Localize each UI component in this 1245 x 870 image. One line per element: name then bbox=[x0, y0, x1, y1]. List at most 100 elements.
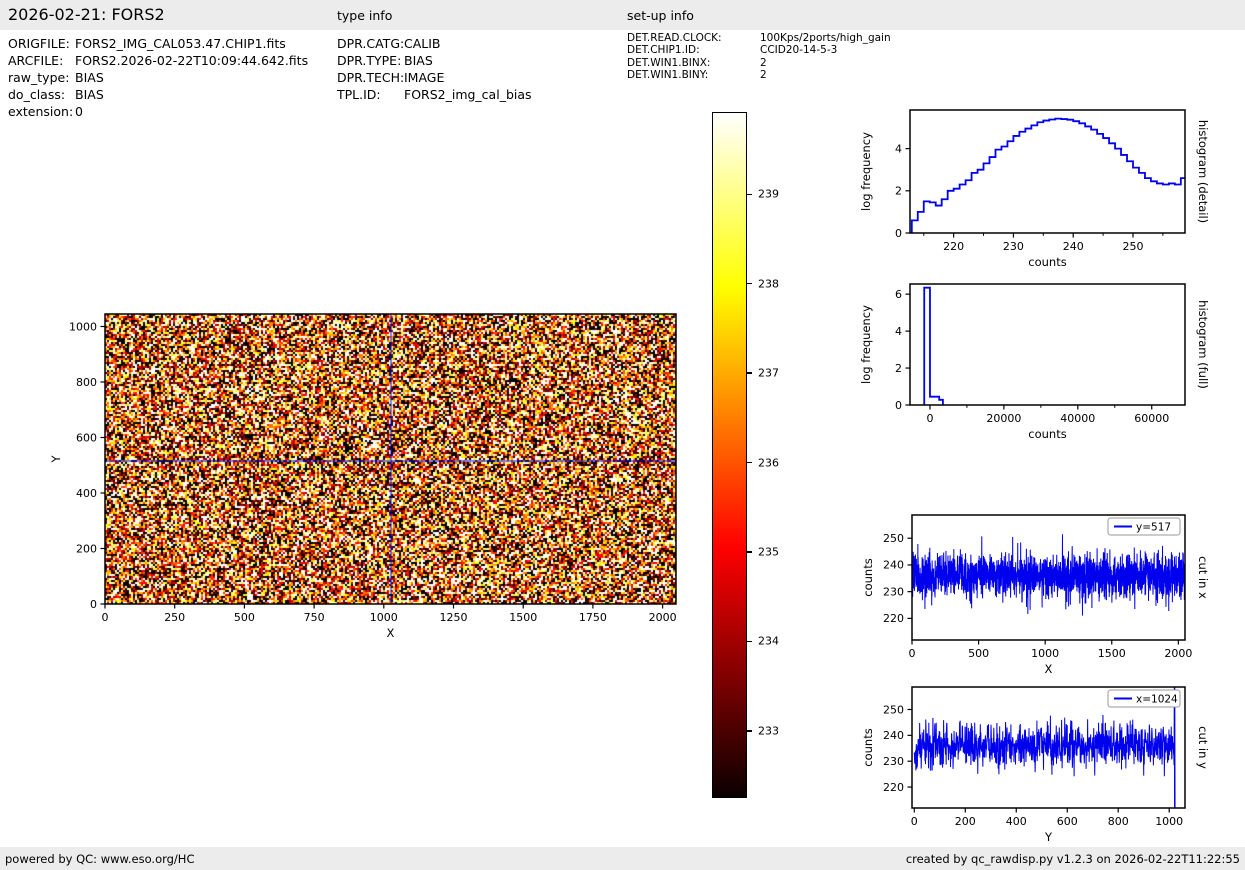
svg-text:220: 220 bbox=[883, 781, 904, 794]
svg-text:histogram (detail): histogram (detail) bbox=[1196, 120, 1210, 223]
colorbar-tick bbox=[746, 730, 752, 732]
field-label: DPR.TYPE: bbox=[337, 52, 404, 69]
svg-text:600: 600 bbox=[1057, 815, 1078, 828]
svg-text:4: 4 bbox=[895, 325, 902, 338]
svg-text:2: 2 bbox=[895, 362, 902, 375]
svg-text:230: 230 bbox=[1003, 240, 1024, 253]
type-info-row: DPR.CATG:CALIB bbox=[337, 35, 532, 52]
svg-text:240: 240 bbox=[1063, 240, 1084, 253]
svg-text:y=517: y=517 bbox=[1136, 521, 1171, 533]
file-info-row: extension:0 bbox=[8, 103, 308, 120]
svg-text:2000: 2000 bbox=[649, 611, 677, 624]
svg-text:800: 800 bbox=[76, 376, 97, 389]
svg-text:Y: Y bbox=[1044, 830, 1053, 844]
bias-image-axes: 0250500750100012501500175020000200400600… bbox=[45, 304, 745, 669]
svg-text:400: 400 bbox=[1006, 815, 1027, 828]
colorbar-tick-label: 234 bbox=[758, 635, 779, 648]
svg-text:750: 750 bbox=[304, 611, 325, 624]
svg-text:X: X bbox=[387, 626, 395, 640]
field-value: FORS2.2026-02-22T10:09:44.642.fits bbox=[75, 53, 308, 68]
setup-info-row: DET.READ.CLOCK:100Kps/2ports/high_gain bbox=[627, 32, 891, 44]
svg-text:0: 0 bbox=[926, 412, 933, 425]
svg-text:log frequency: log frequency bbox=[859, 132, 873, 211]
svg-text:0: 0 bbox=[895, 227, 902, 240]
svg-text:0: 0 bbox=[102, 611, 109, 624]
field-value: FORS2_img_cal_bias bbox=[404, 87, 532, 102]
footer-created-by: created by qc_rawdisp.py v1.2.3 on 2026-… bbox=[906, 852, 1240, 866]
svg-text:1000: 1000 bbox=[1031, 647, 1059, 660]
field-label: TPL.ID: bbox=[337, 86, 404, 103]
svg-text:40000: 40000 bbox=[1060, 412, 1095, 425]
field-value: CALIB bbox=[404, 36, 441, 51]
file-info-row: raw_type:BIAS bbox=[8, 69, 308, 86]
colorbar-tick-label: 238 bbox=[758, 277, 779, 290]
colorbar-tick-label: 235 bbox=[758, 546, 779, 559]
type-info-row: TPL.ID:FORS2_img_cal_bias bbox=[337, 86, 532, 103]
svg-text:230: 230 bbox=[883, 755, 904, 768]
field-value: 0 bbox=[75, 104, 83, 119]
svg-text:250: 250 bbox=[883, 532, 904, 545]
footer-powered-by: powered by QC: www.eso.org/HC bbox=[5, 852, 194, 866]
svg-text:800: 800 bbox=[1108, 815, 1129, 828]
svg-text:counts: counts bbox=[861, 728, 875, 766]
colorbar-tick bbox=[746, 372, 752, 374]
field-value: 2 bbox=[760, 57, 767, 69]
setup-info-row: DET.WIN1.BINY:2 bbox=[627, 69, 891, 81]
field-label: DPR.TECH: bbox=[337, 69, 404, 86]
svg-text:0: 0 bbox=[895, 399, 902, 412]
svg-text:250: 250 bbox=[883, 703, 904, 716]
header-bar: 2026-02-21: FORS2 type info set-up info bbox=[0, 0, 1245, 30]
svg-text:500: 500 bbox=[968, 647, 989, 660]
colorbar-tick bbox=[746, 283, 752, 285]
svg-text:2000: 2000 bbox=[1164, 647, 1192, 660]
field-value: 100Kps/2ports/high_gain bbox=[760, 32, 891, 44]
svg-text:4: 4 bbox=[895, 142, 902, 155]
setup-info-heading: set-up info bbox=[627, 8, 694, 23]
file-info-row: do_class:BIAS bbox=[8, 86, 308, 103]
svg-text:200: 200 bbox=[76, 542, 97, 555]
svg-text:Y: Y bbox=[49, 455, 63, 464]
type-info-block: DPR.CATG:CALIBDPR.TYPE:BIASDPR.TECH:IMAG… bbox=[337, 35, 532, 103]
colorbar-tick-label: 239 bbox=[758, 188, 779, 201]
cut-in-x-plot: 0500100015002000220230240250Xcountscut i… bbox=[852, 500, 1245, 695]
svg-text:histogram (full): histogram (full) bbox=[1196, 300, 1210, 389]
colorbar-ticks: 233234235236237238239 bbox=[712, 112, 802, 798]
svg-text:60000: 60000 bbox=[1134, 412, 1169, 425]
setup-info-row: DET.WIN1.BINX:2 bbox=[627, 57, 891, 69]
field-value: BIAS bbox=[75, 87, 104, 102]
svg-text:220: 220 bbox=[943, 240, 964, 253]
field-label: DPR.CATG: bbox=[337, 35, 404, 52]
colorbar-tick bbox=[746, 551, 752, 553]
field-value: IMAGE bbox=[404, 70, 444, 85]
svg-text:1250: 1250 bbox=[440, 611, 468, 624]
file-info-block: ORIGFILE:FORS2_IMG_CAL053.47.CHIP1.fitsA… bbox=[8, 35, 308, 120]
field-value: 2 bbox=[760, 69, 767, 81]
svg-text:log frequency: log frequency bbox=[859, 305, 873, 384]
svg-text:240: 240 bbox=[883, 559, 904, 572]
svg-text:0: 0 bbox=[911, 815, 918, 828]
footer-bar: powered by QC: www.eso.org/HC created by… bbox=[0, 847, 1245, 870]
field-label: DET.WIN1.BINY: bbox=[627, 69, 760, 81]
svg-text:1000: 1000 bbox=[1155, 815, 1183, 828]
field-label: ARCFILE: bbox=[8, 52, 75, 69]
page-title: 2026-02-21: FORS2 bbox=[8, 5, 165, 24]
file-info-row: ORIGFILE:FORS2_IMG_CAL053.47.CHIP1.fits bbox=[8, 35, 308, 52]
field-value: CCID20-14-5-3 bbox=[760, 44, 837, 56]
type-info-row: DPR.TYPE:BIAS bbox=[337, 52, 532, 69]
field-label: DET.WIN1.BINX: bbox=[627, 57, 760, 69]
colorbar-tick-label: 233 bbox=[758, 724, 779, 737]
svg-text:counts: counts bbox=[1028, 427, 1066, 441]
field-value: FORS2_IMG_CAL053.47.CHIP1.fits bbox=[75, 36, 286, 51]
type-info-row: DPR.TECH:IMAGE bbox=[337, 69, 532, 86]
histogram-full-plot: 02000040000600000246countslog frequencyh… bbox=[850, 269, 1245, 464]
field-value: BIAS bbox=[75, 70, 104, 85]
setup-info-row: DET.CHIP1.ID:CCID20-14-5-3 bbox=[627, 44, 891, 56]
svg-text:cut in y: cut in y bbox=[1196, 726, 1210, 769]
histogram-detail-plot: 220230240250024countslog frequencyhistog… bbox=[850, 95, 1245, 290]
svg-text:0: 0 bbox=[90, 598, 97, 611]
svg-text:20000: 20000 bbox=[986, 412, 1021, 425]
field-label: DET.CHIP1.ID: bbox=[627, 44, 760, 56]
svg-text:counts: counts bbox=[861, 558, 875, 596]
svg-text:1000: 1000 bbox=[69, 320, 97, 333]
file-info-row: ARCFILE:FORS2.2026-02-22T10:09:44.642.fi… bbox=[8, 52, 308, 69]
